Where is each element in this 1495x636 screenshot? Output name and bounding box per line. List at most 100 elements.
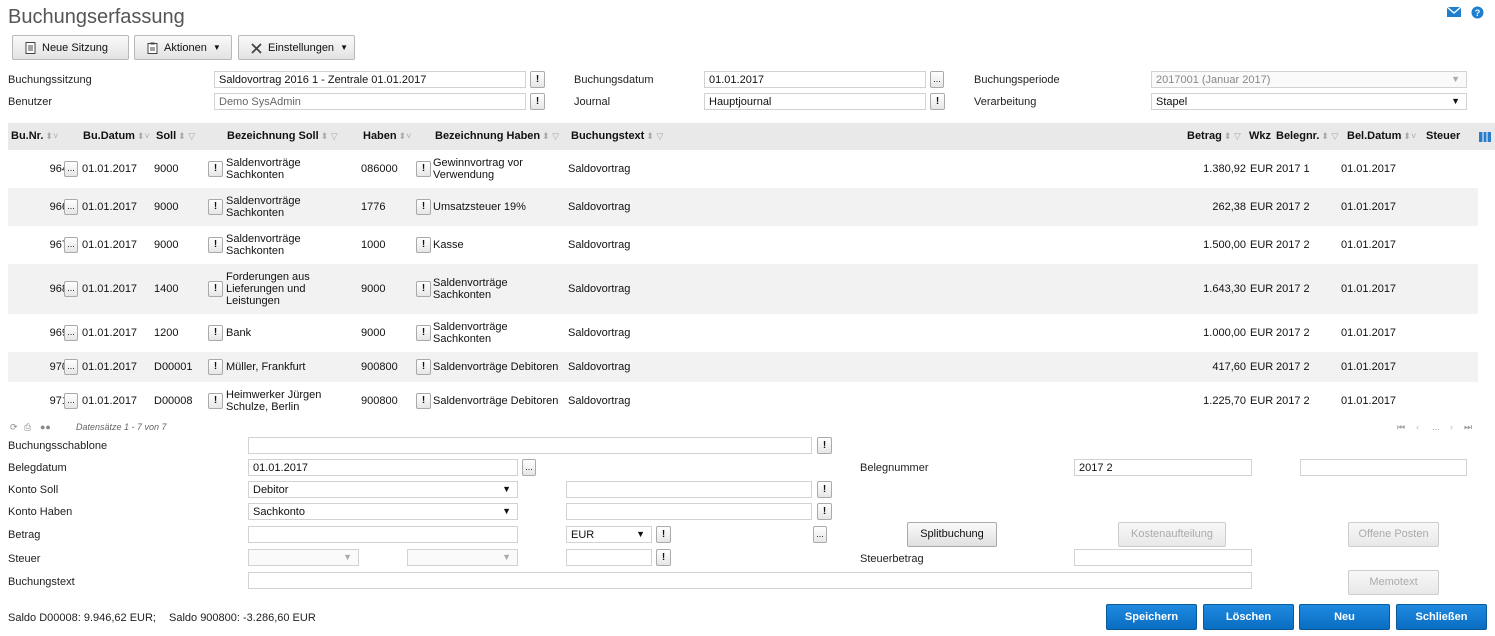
page-ellipsis[interactable]: ... — [1432, 422, 1440, 432]
soll-info-button[interactable]: ! — [208, 199, 223, 215]
template-field[interactable] — [248, 437, 812, 454]
row-edit-button[interactable]: ... — [64, 393, 78, 409]
col-header[interactable]: Bu.Datum ⬍˅ — [83, 123, 150, 150]
row-edit-button[interactable]: ... — [64, 281, 78, 297]
belegdatum-field[interactable]: 01.01.2017 — [248, 459, 518, 476]
close-button[interactable]: Schließen — [1396, 604, 1487, 630]
betrag-field[interactable] — [248, 526, 518, 543]
date-field[interactable]: 01.01.2017 — [704, 71, 926, 88]
split-booking-button[interactable]: Splitbuchung — [907, 522, 997, 547]
new-session-button[interactable]: Neue Sitzung — [12, 35, 129, 60]
steuer-select[interactable]: ▼ — [248, 549, 359, 566]
betrag-more-button[interactable]: ... — [813, 526, 827, 543]
soll-info-button[interactable]: ! — [208, 359, 223, 375]
refresh-icon[interactable]: ⟳ — [10, 422, 18, 433]
save-button[interactable]: Speichern — [1106, 604, 1197, 630]
col-header[interactable]: Soll ⬍ ▽ — [156, 123, 195, 150]
new-button[interactable]: Neu — [1299, 604, 1390, 630]
belegnummer-label: Belegnummer — [860, 462, 929, 474]
soll-info-button[interactable]: ! — [208, 161, 223, 177]
haben-info-button[interactable]: ! — [416, 199, 431, 215]
session-info-button[interactable]: ! — [530, 71, 545, 88]
konto-soll-field[interactable] — [566, 481, 812, 498]
currency-select[interactable]: EUR ▼ — [566, 526, 652, 543]
col-header[interactable]: Bezeichnung Haben ⬍ ▽ — [435, 123, 559, 150]
prev-page-icon[interactable]: ‹ — [1416, 422, 1419, 432]
table-row[interactable]: 970 01.01.2017 D00001 Müller, Frankfurt 9008… — [8, 352, 1478, 382]
belegnummer-field[interactable]: 2017 2 — [1074, 459, 1252, 476]
steuer-select-2[interactable]: ▼ — [407, 549, 518, 566]
haben-info-button[interactable]: ! — [416, 161, 431, 177]
last-page-icon[interactable]: ⏭ — [1464, 422, 1472, 433]
haben-info-button[interactable]: ! — [416, 325, 431, 341]
belegdatum-picker-button[interactable]: ... — [522, 459, 536, 476]
row-edit-button[interactable]: ... — [64, 359, 78, 375]
col-header[interactable]: Wkz — [1249, 123, 1271, 150]
table-row[interactable]: 971 01.01.2017 D00008 Heimwerker Jürgen Sch… — [8, 382, 1478, 420]
template-info-button[interactable]: ! — [817, 437, 832, 454]
col-header[interactable]: Buchungstext ⬍ ▽ — [571, 123, 663, 150]
print-icon[interactable]: ⎙ — [24, 422, 31, 433]
col-header[interactable]: Bel.Datum ⬍˅ — [1347, 123, 1416, 150]
steuer-field[interactable] — [566, 549, 652, 566]
haben-info-button[interactable]: ! — [416, 393, 431, 409]
soll-info-button[interactable]: ! — [208, 325, 223, 341]
session-field[interactable]: Saldovortrag 2016 1 - Zentrale 01.01.201… — [214, 71, 526, 88]
table-header: Bu.Nr. ⬍˅ Bu.Datum ⬍˅ Soll ⬍ ▽ Bezeichnung … — [8, 123, 1495, 150]
konto-soll-select[interactable]: Debitor ▼ — [248, 481, 518, 498]
steuer-info-button[interactable]: ! — [656, 549, 671, 566]
delete-button[interactable]: Löschen — [1203, 604, 1294, 630]
haben-info-button[interactable]: ! — [416, 359, 431, 375]
cost-allocation-button[interactable]: Kostenaufteilung — [1118, 522, 1226, 547]
konto-haben-select[interactable]: Sachkonto ▼ — [248, 503, 518, 520]
haben-info-button[interactable]: ! — [416, 237, 431, 253]
col-header[interactable]: Betrag ⬍ ▽ — [1187, 123, 1241, 150]
period-select[interactable]: 2017001 (Januar 2017) ▼ — [1151, 71, 1467, 88]
table-row[interactable]: 967 01.01.2017 9000 Saldenvorträge Sachkont… — [8, 226, 1478, 264]
col-header[interactable]: Steuer — [1426, 123, 1460, 150]
table-row[interactable]: 964 01.01.2017 9000 Saldenvorträge Sachkont… — [8, 150, 1478, 188]
journal-field[interactable]: Hauptjournal — [704, 93, 926, 110]
konto-haben-field[interactable] — [566, 503, 812, 520]
next-page-icon[interactable]: › — [1450, 422, 1453, 432]
actions-button[interactable]: Aktionen ▼ — [134, 35, 232, 60]
table-row[interactable]: 968 01.01.2017 1400 Forderungen aus Lieferu… — [8, 264, 1478, 314]
col-header[interactable]: Bezeichnung Soll ⬍ ▽ — [227, 123, 338, 150]
help-icon[interactable]: ? — [1471, 6, 1484, 19]
table-row[interactable]: 969 01.01.2017 1200 Bank 9000 Saldenvorträge … — [8, 314, 1478, 352]
steuerbetrag-field[interactable] — [1074, 549, 1252, 566]
col-header[interactable]: Belegnr. ⬍ ▽ — [1276, 123, 1338, 150]
first-page-icon[interactable]: ⏮ — [1397, 422, 1405, 433]
row-edit-button[interactable]: ... — [64, 199, 78, 215]
settings-button[interactable]: Einstellungen ▼ — [238, 35, 355, 60]
steuer-label: Steuer — [8, 553, 41, 565]
mail-icon[interactable] — [1447, 6, 1461, 18]
konto-soll-info-button[interactable]: ! — [817, 481, 832, 498]
memotext-button[interactable]: Memotext — [1348, 570, 1439, 595]
currency-info-button[interactable]: ! — [656, 526, 671, 543]
user-field[interactable]: Demo SysAdmin — [214, 93, 526, 110]
user-info-button[interactable]: ! — [530, 93, 545, 110]
konto-haben-info-button[interactable]: ! — [817, 503, 832, 520]
date-picker-button[interactable]: ... — [930, 71, 944, 88]
col-header[interactable]: Bu.Nr. ⬍˅ — [11, 123, 58, 150]
processing-select[interactable]: Stapel ▼ — [1151, 93, 1467, 110]
period-label: Buchungsperiode — [974, 74, 1060, 86]
soll-info-button[interactable]: ! — [208, 237, 223, 253]
row-haben: 900800 — [361, 395, 398, 407]
row-edit-button[interactable]: ... — [64, 161, 78, 177]
haben-info-button[interactable]: ! — [416, 281, 431, 297]
table-row[interactable]: 966 01.01.2017 9000 Saldenvorträge Sachkont… — [8, 188, 1478, 226]
belegnummer-extra-field[interactable] — [1300, 459, 1467, 476]
col-header[interactable]: Haben ⬍˅ — [363, 123, 411, 150]
buchungstext-field[interactable] — [248, 572, 1252, 589]
grid-options-icon[interactable]: ●● — [40, 422, 51, 432]
soll-info-button[interactable]: ! — [208, 281, 223, 297]
soll-info-button[interactable]: ! — [208, 393, 223, 409]
open-items-button[interactable]: Offene Posten — [1348, 522, 1439, 547]
row-date: 01.01.2017 — [82, 239, 138, 251]
row-edit-button[interactable]: ... — [64, 325, 78, 341]
journal-info-button[interactable]: ! — [930, 93, 945, 110]
column-chooser-icon[interactable] — [1479, 132, 1491, 142]
row-edit-button[interactable]: ... — [64, 237, 78, 253]
